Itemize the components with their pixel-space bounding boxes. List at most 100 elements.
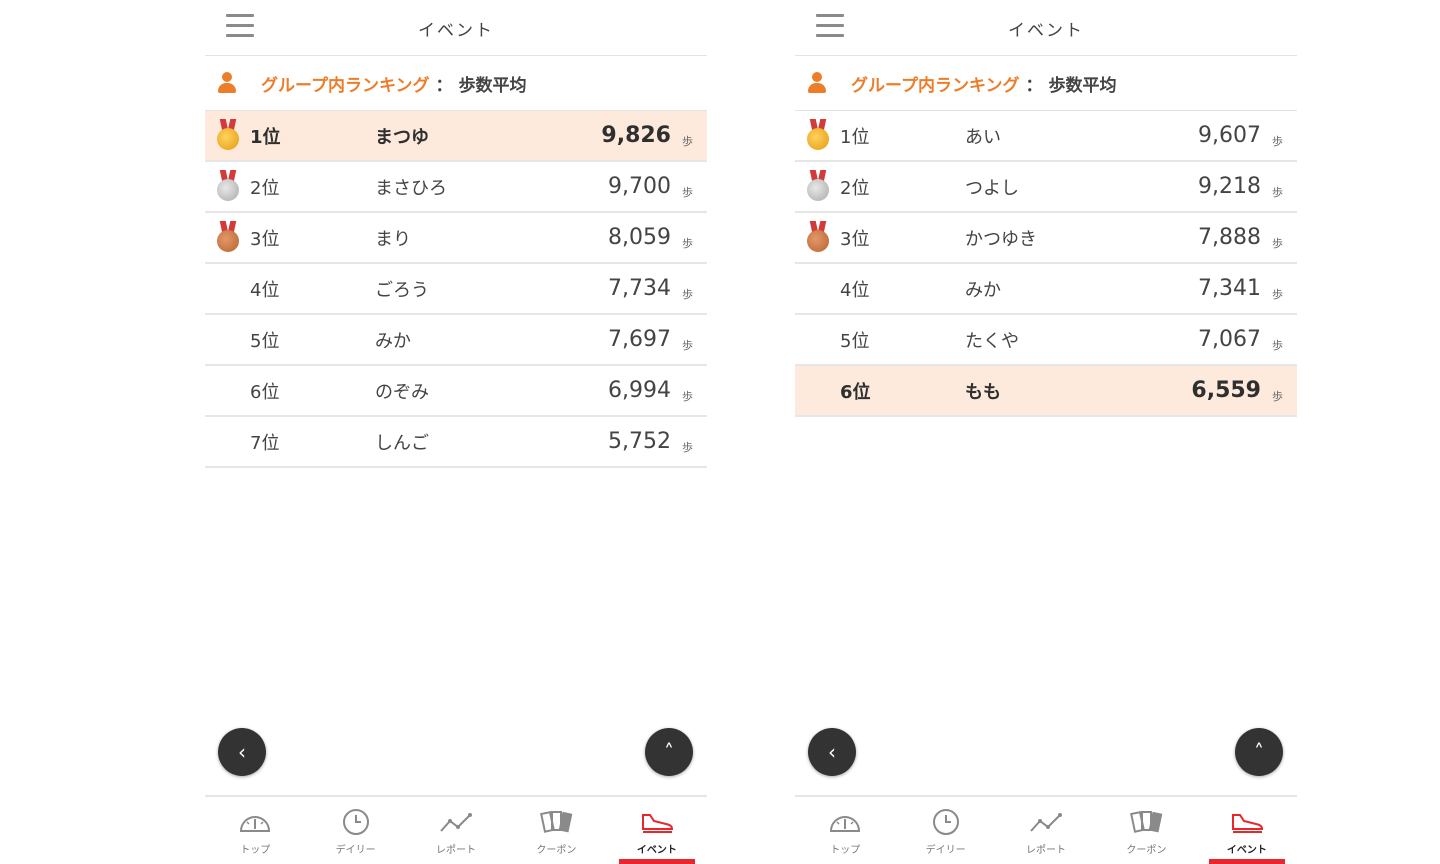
silver-medal-icon — [807, 170, 829, 202]
ranking-row: 7位 しんご 5,752 歩 — [205, 417, 707, 468]
tab-label: クーポン — [1126, 845, 1167, 856]
tab-event[interactable]: イベント — [607, 797, 707, 864]
step-count: 9,607 — [1198, 123, 1261, 148]
sneaker-icon — [641, 814, 673, 833]
chevron-left-icon: ‹ — [828, 740, 836, 764]
step-unit: 歩 — [682, 339, 693, 352]
silver-medal-icon — [217, 170, 239, 202]
rank-position: 1位 — [840, 126, 870, 148]
ranking-list: 1位 あい 9,607 歩 2位 つよし 9,218 歩 3位 かつゆき 7,8… — [795, 111, 1297, 417]
step-count: 8,059 — [608, 225, 671, 250]
phone-screen-right: イベント グループ内ランキング ： 歩数平均 1位 あい 9,607 歩 2位 … — [795, 0, 1297, 864]
member-name: まつゆ — [375, 126, 429, 148]
tab-coupon[interactable]: クーポン — [1096, 797, 1196, 864]
rank-position: 4位 — [250, 279, 280, 301]
tab-label: デイリー — [335, 845, 376, 856]
back-button[interactable]: ‹ — [218, 728, 266, 776]
clock-icon — [932, 809, 959, 835]
ranking-row: 4位 みか 7,341 歩 — [795, 264, 1297, 315]
gold-medal-icon — [217, 119, 239, 151]
scroll-top-button[interactable]: ˄ — [645, 728, 693, 776]
coupon-cards-icon — [1130, 810, 1163, 833]
ranking-row: 3位 かつゆき 7,888 歩 — [795, 213, 1297, 264]
member-name: まさひろ — [375, 177, 447, 199]
tab-top[interactable]: トップ — [205, 797, 305, 864]
ranking-list: 1位 まつゆ 9,826 歩 2位 まさひろ 9,700 歩 3位 まり 8,0… — [205, 111, 707, 468]
tab-event[interactable]: イベント — [1197, 797, 1297, 864]
bronze-medal-icon — [807, 221, 829, 253]
step-unit: 歩 — [1272, 288, 1283, 301]
tab-daily[interactable]: デイリー — [895, 797, 995, 864]
tab-daily[interactable]: デイリー — [305, 797, 405, 864]
step-unit: 歩 — [1272, 339, 1283, 352]
step-unit: 歩 — [682, 441, 693, 454]
step-unit: 歩 — [1272, 135, 1283, 148]
ranking-row: 5位 みか 7,697 歩 — [205, 315, 707, 366]
ranking-row: 2位 まさひろ 9,700 歩 — [205, 162, 707, 213]
person-icon — [217, 72, 237, 94]
rank-position: 7位 — [250, 432, 280, 454]
ranking-row: 1位 まつゆ 9,826 歩 — [205, 111, 707, 162]
rank-position: 1位 — [250, 126, 281, 148]
rank-position: 3位 — [250, 228, 280, 250]
ranking-row: 5位 たくや 7,067 歩 — [795, 315, 1297, 366]
tab-coupon[interactable]: クーポン — [506, 797, 606, 864]
ranking-section-header: グループ内ランキング ： 歩数平均 — [205, 56, 707, 111]
section-metric: 歩数平均 — [458, 75, 527, 96]
line-chart-icon — [440, 813, 473, 832]
line-chart-icon — [1030, 813, 1063, 832]
step-unit: 歩 — [682, 288, 693, 301]
tab-label: クーポン — [536, 845, 577, 856]
step-count: 6,994 — [608, 378, 671, 403]
rank-position: 5位 — [840, 330, 870, 352]
rank-position: 6位 — [250, 381, 280, 403]
section-label: グループ内ランキング — [261, 75, 430, 96]
member-name: まり — [375, 228, 411, 250]
rank-position: 3位 — [840, 228, 870, 250]
member-name: かつゆき — [965, 228, 1037, 250]
rank-position: 5位 — [250, 330, 280, 352]
active-tab-indicator — [618, 859, 696, 864]
step-unit: 歩 — [682, 390, 693, 403]
member-name: もも — [965, 381, 1001, 403]
tab-label: デイリー — [925, 845, 966, 856]
step-count: 7,888 — [1198, 225, 1261, 250]
coupon-cards-icon — [540, 810, 573, 833]
step-unit: 歩 — [682, 186, 693, 199]
tab-label: レポート — [1026, 845, 1067, 856]
step-count: 7,341 — [1198, 276, 1261, 301]
step-count: 6,559 — [1191, 378, 1261, 403]
rank-position: 6位 — [840, 381, 871, 403]
tab-report[interactable]: レポート — [406, 797, 506, 864]
step-unit: 歩 — [1272, 390, 1283, 403]
speedometer-icon — [240, 816, 271, 832]
step-unit: 歩 — [682, 237, 693, 250]
chevron-up-icon: ˄ — [664, 740, 674, 764]
step-count: 9,700 — [608, 174, 671, 199]
app-header: イベント — [205, 0, 707, 56]
tab-label: レポート — [436, 845, 477, 856]
step-count: 9,826 — [601, 123, 671, 148]
phone-screen-left: イベント グループ内ランキング ： 歩数平均 1位 まつゆ 9,826 歩 2位… — [205, 0, 707, 864]
gold-medal-icon — [807, 119, 829, 151]
app-header: イベント — [795, 0, 1297, 56]
chevron-left-icon: ‹ — [238, 740, 246, 764]
step-unit: 歩 — [1272, 237, 1283, 250]
speedometer-icon — [830, 816, 861, 832]
rank-position: 2位 — [250, 177, 280, 199]
rank-position: 2位 — [840, 177, 870, 199]
section-separator: ： — [435, 75, 453, 96]
back-button[interactable]: ‹ — [808, 728, 856, 776]
scroll-top-button[interactable]: ˄ — [1235, 728, 1283, 776]
member-name: みか — [965, 279, 1001, 301]
step-count: 7,697 — [608, 327, 671, 352]
tab-label: イベント — [1226, 845, 1267, 856]
ranking-row: 6位 のぞみ 6,994 歩 — [205, 366, 707, 417]
tab-top[interactable]: トップ — [795, 797, 895, 864]
step-count: 9,218 — [1198, 174, 1261, 199]
tab-report[interactable]: レポート — [996, 797, 1096, 864]
step-count: 7,734 — [608, 276, 671, 301]
ranking-row: 6位 もも 6,559 歩 — [795, 366, 1297, 417]
member-name: あい — [965, 126, 1001, 148]
step-unit: 歩 — [1272, 186, 1283, 199]
